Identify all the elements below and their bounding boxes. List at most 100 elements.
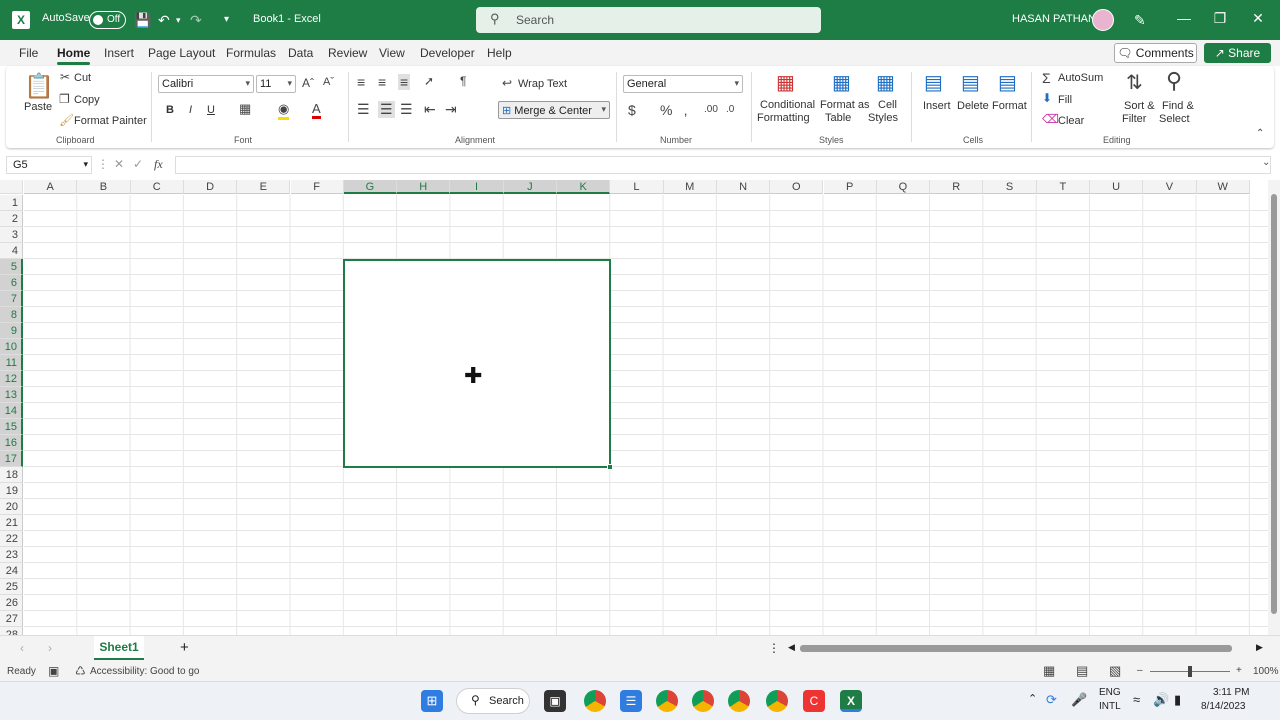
merge-center-button[interactable]: ⊞ Merge & Center ▾ xyxy=(498,101,610,119)
row-header-9[interactable]: 9 xyxy=(0,323,23,339)
wrap-text-icon[interactable]: ↩ xyxy=(502,76,512,90)
tray-overflow-icon[interactable]: ⌃ xyxy=(1028,692,1037,705)
row-header-27[interactable]: 27 xyxy=(0,611,23,627)
row-header-21[interactable]: 21 xyxy=(0,515,23,531)
row-header-8[interactable]: 8 xyxy=(0,307,23,323)
more-options-icon[interactable]: ⋮ xyxy=(768,641,780,655)
menu-help[interactable]: Help xyxy=(487,46,512,60)
increase-indent-icon[interactable]: ⇥ xyxy=(445,101,457,118)
worksheet-grid[interactable]: A B C D E F G H I J K L M N O P Q R S T U V W 1 2 3 4 5 6 7 8 9 10 11 12 13… xyxy=(0,180,1268,635)
column-header-m[interactable]: M xyxy=(663,180,717,194)
page-layout-view-icon[interactable]: ▤ xyxy=(1076,663,1088,679)
cell-styles-label-1[interactable]: Cell xyxy=(878,99,897,111)
windows-start-icon[interactable]: ⊞ xyxy=(421,690,443,712)
cell-styles-icon[interactable]: ▦ xyxy=(876,70,895,95)
cell-styles-label-2[interactable]: Styles xyxy=(868,112,898,124)
bold-button[interactable]: B xyxy=(166,104,174,116)
comments-button[interactable]: 🗨 Comments xyxy=(1114,43,1197,63)
chrome-profile-4-icon[interactable] xyxy=(728,690,750,712)
format-cells-icon[interactable]: ▤ xyxy=(998,70,1017,95)
increase-font-icon[interactable]: Aˆ xyxy=(302,76,314,90)
menu-view[interactable]: View xyxy=(379,46,405,60)
scroll-left-icon[interactable]: ◀ xyxy=(788,642,795,653)
column-header-i[interactable]: I xyxy=(450,180,504,194)
language-line-1[interactable]: ENG xyxy=(1099,687,1121,698)
column-header-u[interactable]: U xyxy=(1090,180,1144,194)
more-options-icon[interactable]: ⋮ xyxy=(97,157,109,171)
zoom-in-icon[interactable]: + xyxy=(1236,665,1242,676)
column-header-h[interactable]: H xyxy=(397,180,451,194)
column-header-k[interactable]: K xyxy=(557,180,611,194)
menu-page-layout[interactable]: Page Layout xyxy=(148,46,215,60)
column-header-p[interactable]: P xyxy=(823,180,877,194)
align-left-icon[interactable]: ☰ xyxy=(357,101,370,118)
align-top-icon[interactable]: ≡ xyxy=(357,74,365,90)
name-box[interactable]: G5 ▾ xyxy=(6,156,92,174)
zoom-level[interactable]: 100% xyxy=(1253,666,1279,677)
formula-input[interactable] xyxy=(175,156,1271,174)
column-header-b[interactable]: B xyxy=(77,180,131,194)
autosum-button[interactable]: AutoSum xyxy=(1058,72,1103,84)
customize-toolbar-icon[interactable]: ▾ xyxy=(224,11,229,29)
decrease-font-icon[interactable]: Aˇ xyxy=(323,76,334,88)
sheet-tab[interactable]: Sheet1 xyxy=(94,636,144,660)
clock-date[interactable]: 8/14/2023 xyxy=(1201,701,1246,712)
accessibility-status[interactable]: Accessibility: Good to go xyxy=(90,666,200,677)
format-painter-icon[interactable]: 🖌 xyxy=(59,113,74,127)
column-header-o[interactable]: O xyxy=(770,180,824,194)
excel-taskbar-icon[interactable]: X xyxy=(840,690,862,712)
conditional-formatting-icon[interactable]: ▦ xyxy=(776,70,795,95)
row-header-28[interactable]: 28 xyxy=(0,627,23,635)
row-header-13[interactable]: 13 xyxy=(0,387,23,403)
menu-developer[interactable]: Developer xyxy=(420,46,475,60)
row-header-3[interactable]: 3 xyxy=(0,227,23,243)
column-header-n[interactable]: N xyxy=(716,180,771,194)
row-header-11[interactable]: 11 xyxy=(0,355,23,371)
expand-formula-bar-icon[interactable]: ⌄ xyxy=(1262,157,1270,168)
find-select-label-1[interactable]: Find & xyxy=(1162,100,1194,112)
recorder-app-icon[interactable]: C xyxy=(803,690,825,712)
column-header-a[interactable]: A xyxy=(24,180,78,194)
clear-icon[interactable]: ⌫ xyxy=(1042,112,1059,126)
column-header-t[interactable]: T xyxy=(1036,180,1090,194)
menu-review[interactable]: Review xyxy=(328,46,367,60)
autosum-icon[interactable]: Σ xyxy=(1042,70,1051,86)
chrome-profile-5-icon[interactable] xyxy=(766,690,788,712)
conditional-formatting-label-1[interactable]: Conditional xyxy=(760,99,815,111)
underline-button[interactable]: U xyxy=(207,104,215,116)
select-all-corner[interactable] xyxy=(0,180,23,194)
sync-icon[interactable]: ⟳ xyxy=(1046,692,1057,708)
decrease-indent-icon[interactable]: ⇤ xyxy=(424,101,436,118)
row-header-14[interactable]: 14 xyxy=(0,403,23,419)
pen-icon[interactable]: ✎ xyxy=(1134,11,1146,29)
paste-button[interactable]: Paste xyxy=(24,101,52,113)
format-as-table-label-2[interactable]: Table xyxy=(825,112,851,124)
format-as-table-icon[interactable]: ▦ xyxy=(832,70,851,95)
column-header-v[interactable]: V xyxy=(1143,180,1197,194)
column-header-e[interactable]: E xyxy=(237,180,291,194)
column-header-w[interactable]: W xyxy=(1196,180,1250,194)
fill-color-icon[interactable]: ◉ xyxy=(278,101,290,120)
fill-icon[interactable]: ⬇ xyxy=(1042,91,1052,105)
undo-dropdown-icon[interactable]: ▾ xyxy=(176,11,181,29)
add-sheet-button[interactable]: + xyxy=(180,639,189,656)
vertical-scrollbar[interactable] xyxy=(1268,180,1280,635)
clock-time[interactable]: 3:11 PM xyxy=(1213,687,1250,698)
row-header-4[interactable]: 4 xyxy=(0,243,23,259)
user-name[interactable]: HASAN PATHAN xyxy=(1012,13,1096,25)
column-header-q[interactable]: Q xyxy=(876,180,931,194)
cut-icon[interactable]: ✂ xyxy=(60,70,70,84)
scroll-right-icon[interactable]: ▶ xyxy=(1256,642,1263,653)
zoom-out-icon[interactable]: – xyxy=(1137,665,1143,676)
battery-icon[interactable]: ▮ xyxy=(1174,692,1181,708)
microphone-icon[interactable]: 🎤 xyxy=(1071,692,1087,708)
delete-cells-button[interactable]: Delete xyxy=(957,100,989,112)
currency-icon[interactable]: $ xyxy=(628,102,636,118)
percent-icon[interactable]: % xyxy=(660,102,672,118)
find-select-label-2[interactable]: Select xyxy=(1159,113,1190,125)
row-header-1[interactable]: 1 xyxy=(0,195,23,211)
delete-cells-icon[interactable]: ▤ xyxy=(961,70,980,95)
cell-area[interactable] xyxy=(24,195,1268,635)
column-header-c[interactable]: C xyxy=(130,180,184,194)
fill-handle[interactable] xyxy=(607,464,613,470)
